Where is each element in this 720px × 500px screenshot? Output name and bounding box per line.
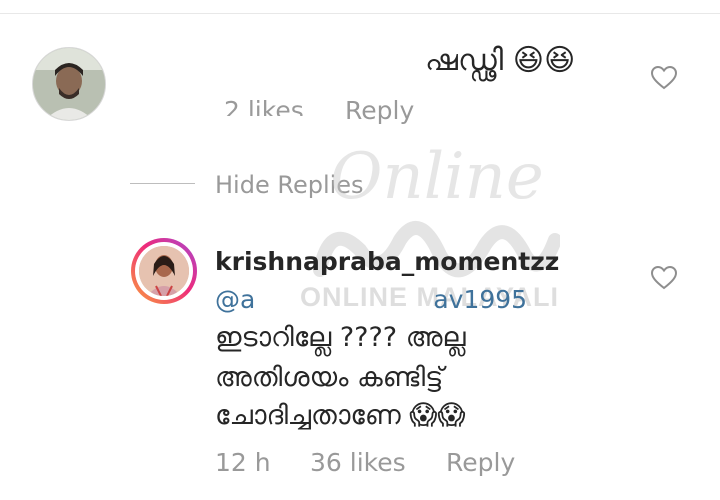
- hide-replies-button[interactable]: Hide Replies: [215, 171, 364, 199]
- comment-text-line: ചോദിച്ചതാണേ 😱😱: [215, 400, 466, 431]
- heart-outline-icon[interactable]: [651, 266, 677, 290]
- avatar[interactable]: [32, 47, 106, 121]
- comment-likes[interactable]: 2 likes: [224, 96, 304, 116]
- reply-button[interactable]: Reply: [345, 96, 414, 125]
- reply-button[interactable]: Reply: [446, 448, 515, 477]
- mention-link[interactable]: @a av1995: [215, 285, 527, 314]
- heart-outline-icon[interactable]: [651, 66, 677, 90]
- comment-likes[interactable]: 36 likes: [310, 448, 406, 477]
- comment-timestamp: 12 h: [215, 448, 271, 477]
- comment-username[interactable]: krishnapraba_momentzz: [215, 247, 559, 276]
- comment-text: ഷഡ്ഢി 😆😆: [425, 43, 576, 78]
- comment-text-line: ഇടാറില്ലേ ???? അല്ല: [215, 322, 466, 353]
- mention-end[interactable]: av1995: [433, 285, 527, 314]
- avatar[interactable]: [139, 246, 189, 296]
- mention-start[interactable]: @a: [215, 285, 255, 314]
- story-ring[interactable]: [131, 238, 197, 304]
- top-divider: [0, 13, 720, 14]
- comment-text-line: അതിശയം കണ്ടിട്ട്: [215, 362, 444, 393]
- thread-line: [130, 183, 195, 184]
